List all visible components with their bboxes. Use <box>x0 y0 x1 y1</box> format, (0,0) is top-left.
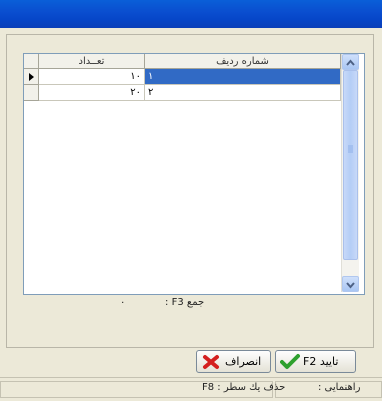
column-header-quantity[interactable]: تعــداد <box>39 54 145 69</box>
status-bar: حذف یك سطر : F8 راهنمایی : <box>0 377 382 401</box>
cell-row-number-2[interactable]: ٢ <box>145 85 341 101</box>
confirm-button[interactable]: تایید F2 <box>275 350 356 373</box>
status-help-text: حذف یك سطر : F8 <box>202 382 286 393</box>
grip-icon <box>348 145 353 153</box>
sum-label: جمع F3 : <box>165 297 205 308</box>
vertical-scrollbar[interactable] <box>341 54 359 292</box>
cancel-button[interactable]: انصراف <box>196 350 271 373</box>
green-checkmark-icon <box>280 354 300 369</box>
title-bar <box>0 0 382 28</box>
cancel-button-label: انصراف <box>225 355 262 368</box>
chevron-down-icon <box>346 282 355 289</box>
cell-quantity-1[interactable]: ١٠ <box>39 69 145 85</box>
scroll-up-button[interactable] <box>342 54 359 70</box>
cell-quantity-2[interactable]: ٢٠ <box>39 85 145 101</box>
red-x-icon <box>203 355 219 369</box>
current-row-arrow-icon <box>29 73 34 81</box>
sum-value: ٠ <box>120 297 126 308</box>
grid-header-corner <box>24 54 39 69</box>
row-indicator-2[interactable] <box>24 85 39 101</box>
scroll-thumb[interactable] <box>343 70 358 260</box>
scroll-down-button[interactable] <box>342 276 359 292</box>
data-grid[interactable]: تعــداد شماره ردیف ١٠ ١ ٢٠ ٢ <box>23 53 365 295</box>
chevron-up-icon <box>346 59 355 66</box>
row-indicator-1[interactable] <box>24 69 39 85</box>
column-header-row-number[interactable]: شماره ردیف <box>145 54 341 69</box>
status-help-label: راهنمایی : <box>318 382 361 393</box>
confirm-button-label: تایید F2 <box>303 355 339 368</box>
cell-row-number-1[interactable]: ١ <box>145 69 341 85</box>
